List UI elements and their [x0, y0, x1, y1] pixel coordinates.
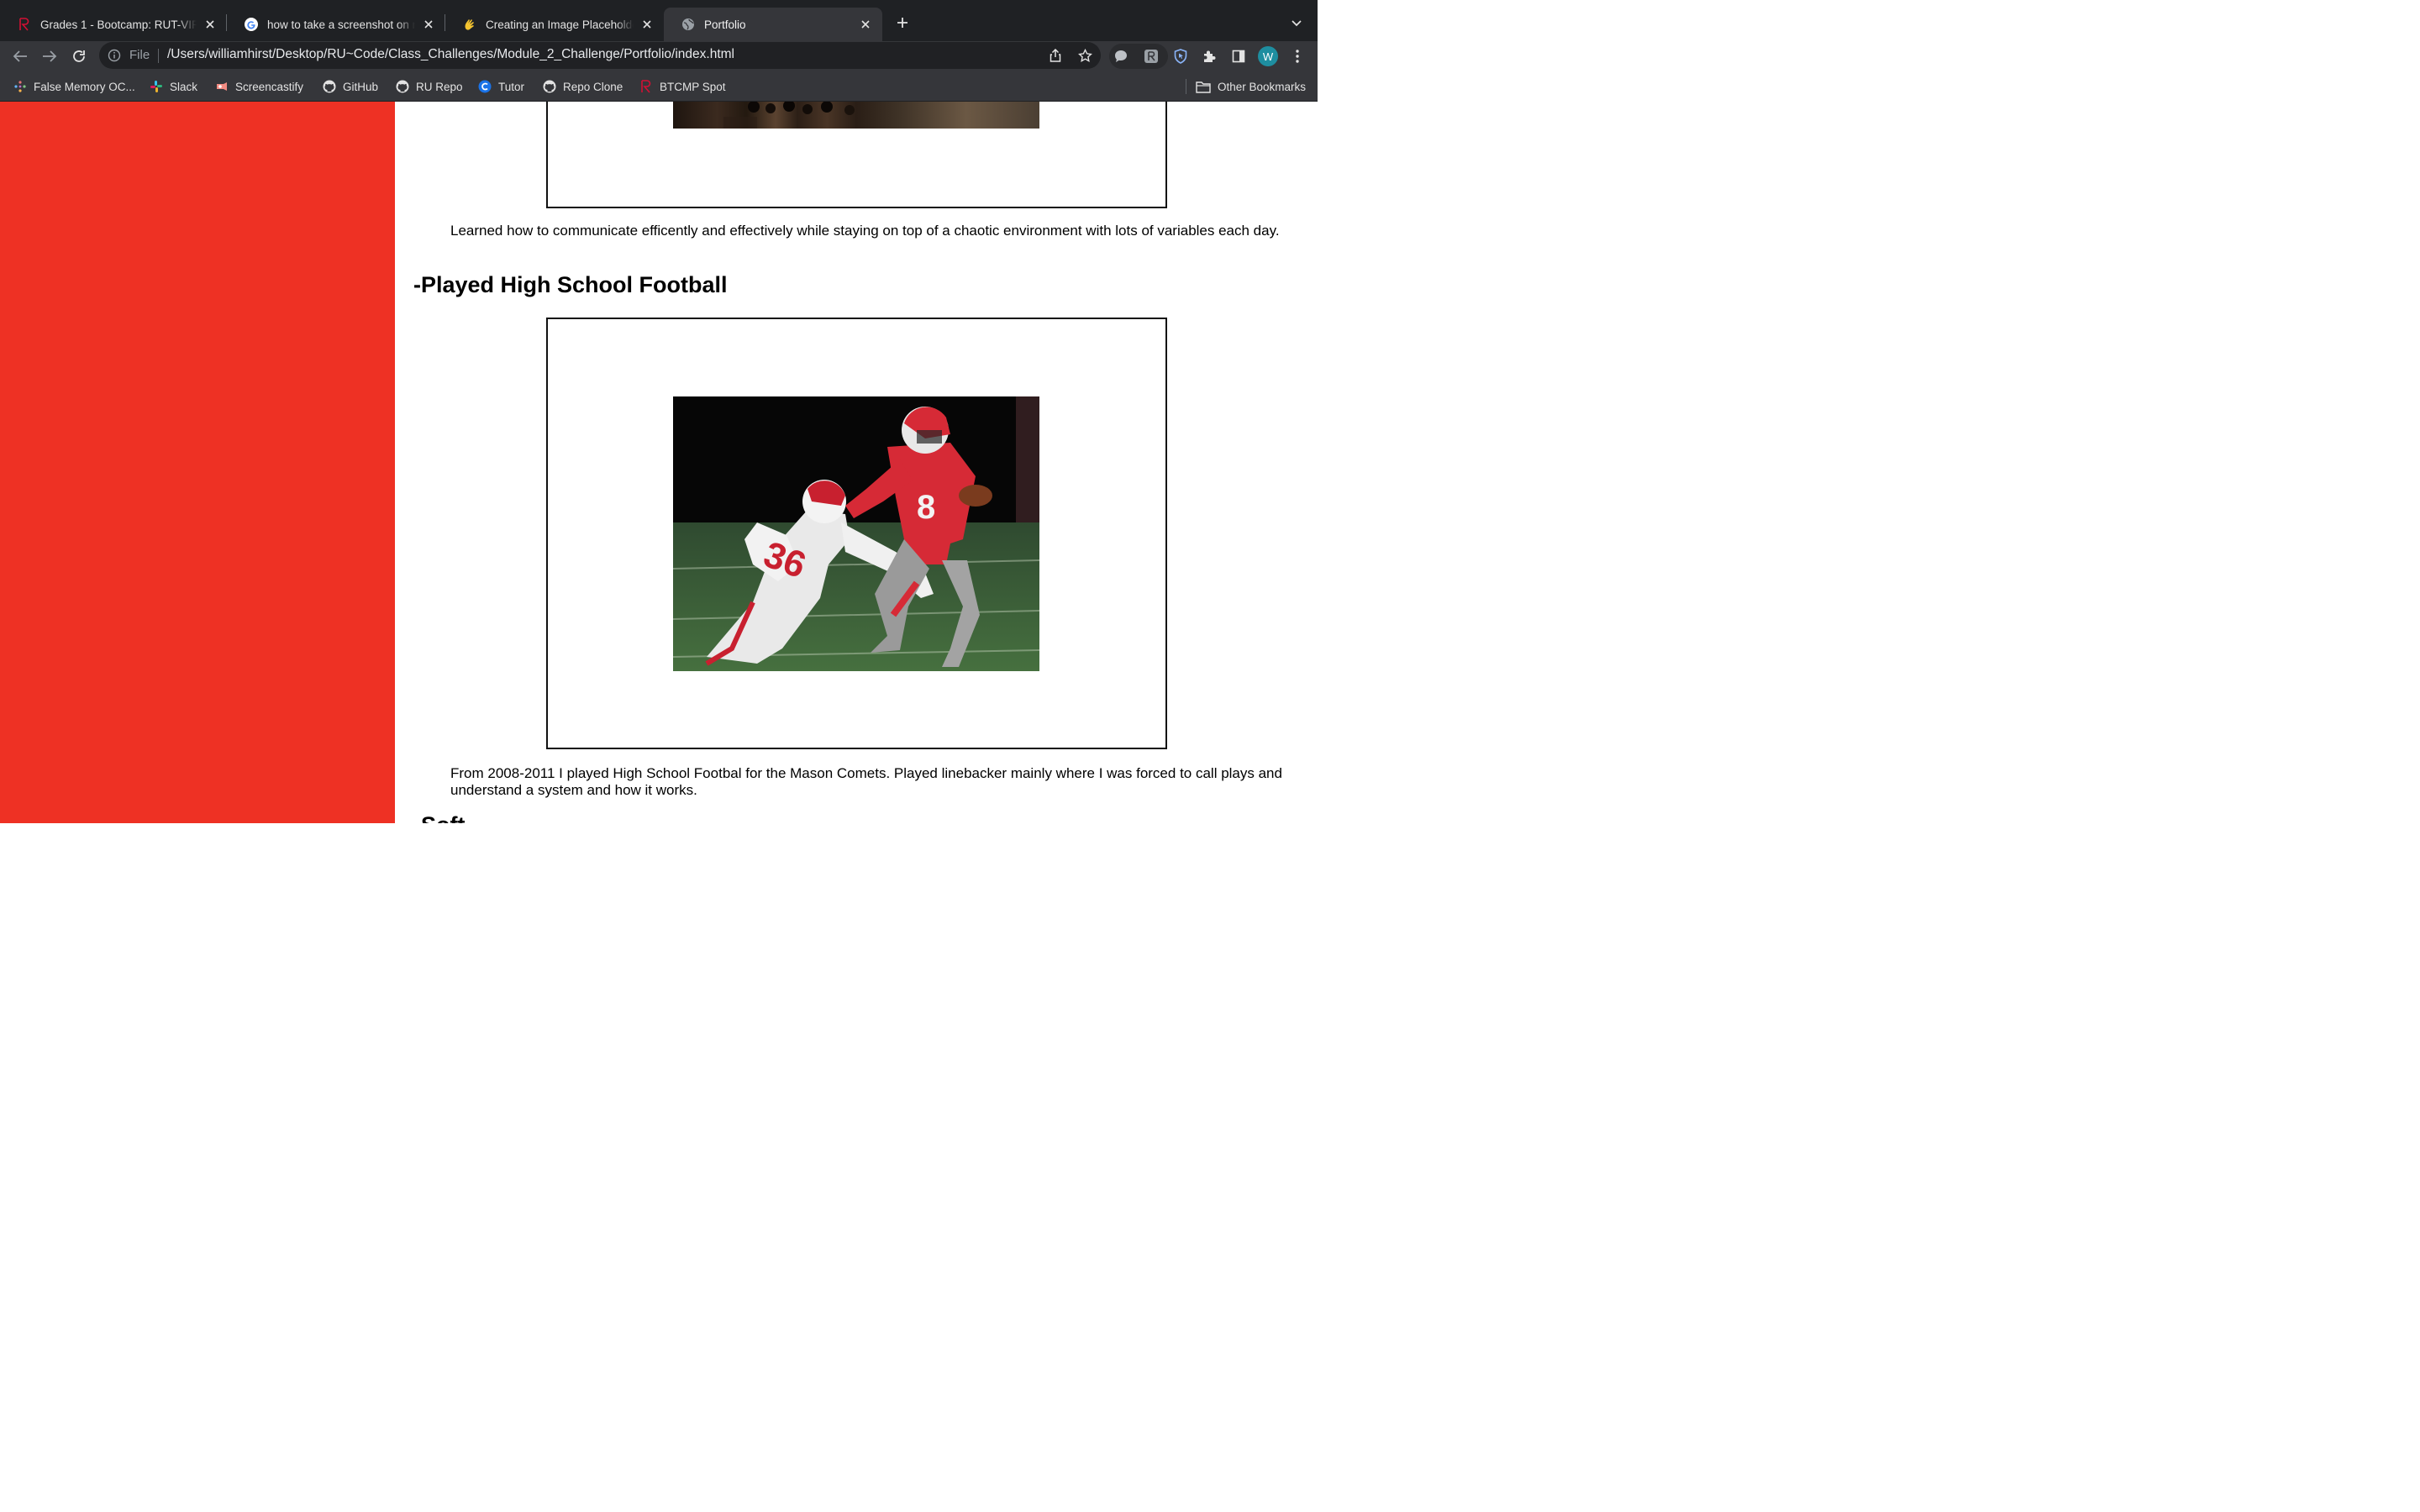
close-icon[interactable] [639, 16, 655, 33]
tab-portfolio[interactable]: Portfolio [664, 8, 882, 41]
tab-title: Portfolio [704, 18, 746, 31]
omnibox-separator [158, 49, 159, 63]
github-icon [396, 80, 409, 93]
globe-icon [681, 18, 695, 31]
share-icon[interactable] [1047, 47, 1064, 64]
bookmark-false-memory[interactable]: False Memory OC... [13, 79, 135, 94]
clapping-hands-icon [463, 18, 476, 31]
profile-avatar[interactable]: W [1258, 46, 1278, 66]
bookmark-label: False Memory OC... [34, 80, 135, 93]
folder-icon [1196, 80, 1211, 93]
sparkle-icon [13, 80, 27, 93]
scheme-label: File [129, 48, 150, 62]
chevron-down-icon[interactable] [1287, 14, 1306, 33]
tutor-icon [478, 80, 492, 93]
extension-group [1109, 44, 1168, 69]
page-viewport[interactable]: Learned how to communicate efficently an… [0, 102, 1318, 823]
side-panel-icon[interactable] [1228, 46, 1249, 66]
tab-image-placeholder[interactable]: Creating an Image Placeholder [445, 8, 664, 41]
forward-button[interactable] [38, 45, 61, 68]
bookmark-label: Slack [170, 80, 198, 93]
bookmark-screencastify[interactable]: Screencastify [215, 79, 303, 94]
close-icon[interactable] [857, 16, 874, 33]
tab-title: Creating an Image Placeholder [486, 18, 634, 31]
football-photo: 36 8 [673, 396, 1039, 671]
bookmark-slack[interactable]: Slack [150, 79, 197, 94]
back-button[interactable] [8, 45, 32, 68]
section-heading-football: -Played High School Football [413, 272, 728, 297]
rutgers-r-icon [639, 80, 653, 93]
bookmark-label: GitHub [343, 80, 379, 93]
red-sidebar [0, 102, 395, 823]
reload-button[interactable] [67, 45, 91, 68]
url-text[interactable]: /Users/williamhirst/Desktop/RU~Code/Clas… [167, 47, 734, 62]
tab-strip: Grades 1 - Bootcamp: RUT-VIRT how to tak… [0, 0, 1318, 41]
browser-toolbar: File /Users/williamhirst/Desktop/RU~Code… [0, 41, 1318, 72]
bookmark-btcmp-spot[interactable]: BTCMP Spot [639, 79, 726, 94]
bookmarks-bar: False Memory OC... Slack Screencastify G… [0, 72, 1318, 102]
bookmark-label: Repo Clone [563, 80, 623, 93]
experience-paragraph: Learned how to communicate efficently an… [450, 223, 1280, 239]
address-bar[interactable]: File /Users/williamhirst/Desktop/RU~Code… [99, 42, 1101, 69]
bookmark-ru-repo[interactable]: RU Repo [396, 79, 463, 94]
svg-text:8: 8 [917, 489, 935, 526]
github-icon [323, 80, 336, 93]
kebab-menu-icon[interactable] [1287, 46, 1307, 66]
other-bookmarks-label: Other Bookmarks [1218, 80, 1307, 93]
slack-icon [150, 80, 163, 93]
extension-r-icon[interactable] [1141, 46, 1161, 66]
tab-title: Grades 1 - Bootcamp: RUT-VIRT [40, 18, 197, 31]
google-icon [245, 18, 258, 31]
github-icon [543, 80, 556, 93]
new-tab-button[interactable] [892, 13, 913, 33]
bitwarden-shield-icon[interactable] [1171, 46, 1191, 66]
bookmark-tutor[interactable]: Tutor [478, 79, 524, 94]
bookmark-repo-clone[interactable]: Repo Clone [543, 79, 623, 94]
rutgers-r-icon [18, 18, 31, 31]
bookmark-label: Screencastify [235, 80, 304, 93]
close-icon[interactable] [202, 16, 218, 33]
bookmark-label: RU Repo [416, 80, 463, 93]
info-icon[interactable] [108, 49, 121, 62]
tab-google-search[interactable]: how to take a screenshot on mac [227, 8, 445, 41]
football-paragraph: From 2008-2011 I played High School Foot… [450, 765, 1282, 798]
tab-grades[interactable]: Grades 1 - Bootcamp: RUT-VIRT [0, 8, 227, 41]
puzzle-icon[interactable] [1199, 46, 1219, 66]
bookmark-github[interactable]: GitHub [323, 79, 378, 94]
chat-bubble-icon[interactable] [1111, 46, 1131, 66]
close-icon[interactable] [420, 16, 437, 33]
screencastify-icon [215, 80, 229, 93]
other-bookmarks[interactable]: Other Bookmarks [1196, 79, 1306, 94]
tab-title: how to take a screenshot on mac [267, 18, 415, 31]
bookmark-label: BTCMP Spot [660, 80, 726, 93]
bookmark-label: Tutor [498, 80, 525, 93]
section-heading-next: -Soft [413, 812, 465, 823]
work-photo [673, 102, 1039, 129]
star-icon[interactable] [1076, 47, 1093, 64]
